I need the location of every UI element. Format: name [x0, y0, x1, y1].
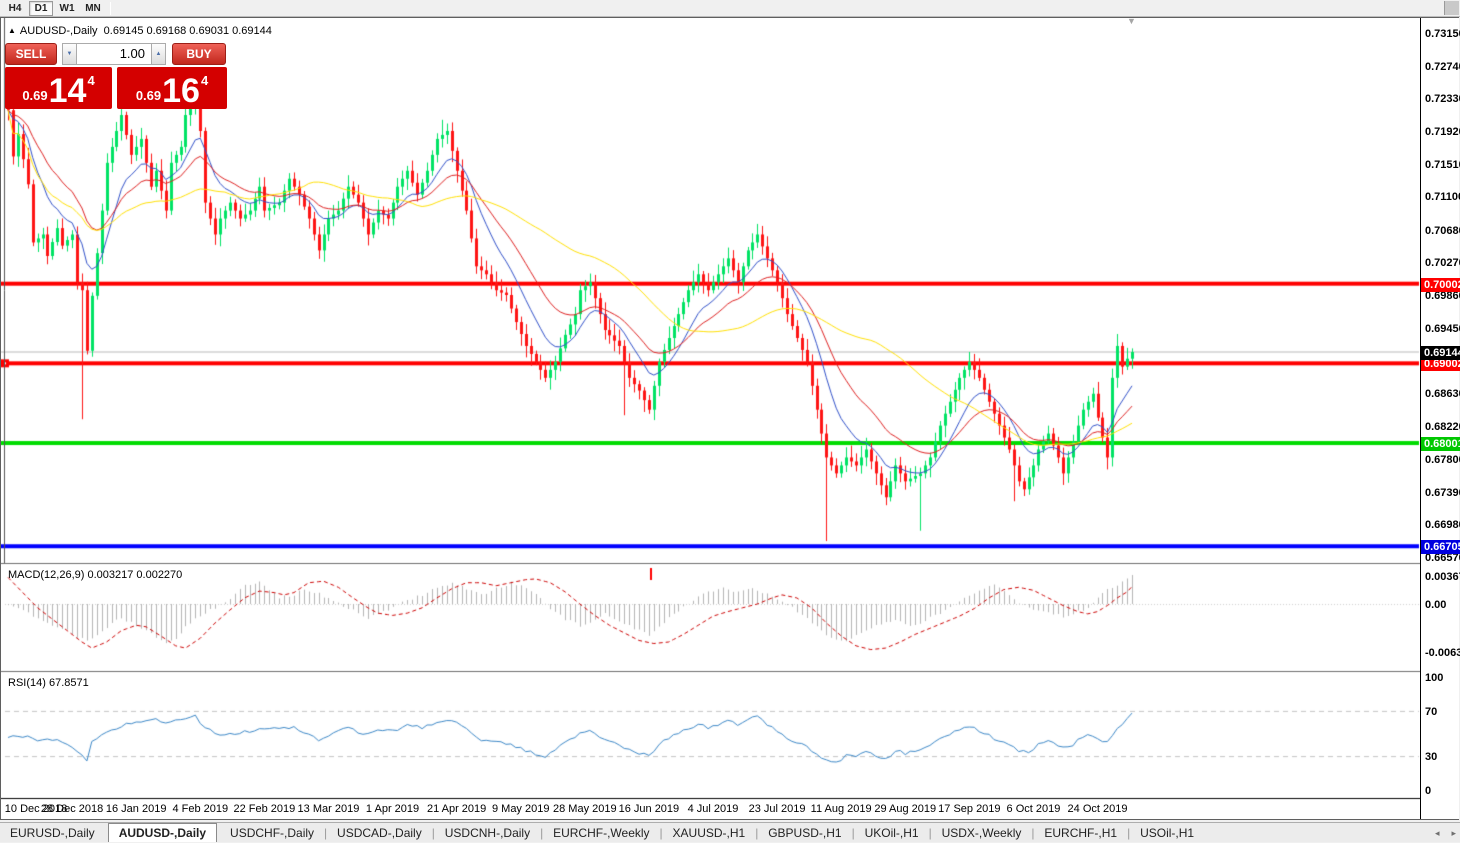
tab-eurusd-daily[interactable]: EURUSD-,Daily — [0, 823, 105, 842]
timeframe-button-d1[interactable]: D1 — [29, 1, 53, 16]
price-tick-label: 0.73150 — [1425, 28, 1460, 40]
tab-eurchf-weekly[interactable]: EURCHF-,Weekly — [543, 823, 659, 842]
price-tick-label: 0.69860 — [1425, 290, 1460, 302]
current-price-tag: 0.69144 — [1421, 346, 1460, 360]
price-tick-label: 0.70270 — [1425, 257, 1460, 269]
sell-price-prefix: 0.69 — [22, 88, 47, 103]
price-tick-label: 0.70680 — [1425, 225, 1460, 237]
price-tick-label: 0.69450 — [1425, 323, 1460, 335]
date-tick-label: 24 Oct 2019 — [1068, 803, 1128, 815]
price-tick-label: 0.71920 — [1425, 126, 1460, 138]
price-tick-label: 0.71100 — [1425, 191, 1460, 203]
date-tick-label: 16 Jan 2019 — [106, 803, 167, 815]
macd-indicator-label: MACD(12,26,9) 0.003217 0.002270 — [8, 569, 182, 581]
tabs-scroll-left-icon[interactable]: ◂ — [1435, 828, 1440, 839]
price-tick-label: 0.71510 — [1425, 159, 1460, 171]
tab-usdx-weekly[interactable]: USDX-,Weekly — [932, 823, 1032, 842]
chart-symbol-label: AUDUSD-,Daily — [20, 25, 98, 37]
rsi-axis-label: 100 — [1425, 672, 1443, 684]
chart-tab-bar: EURUSD-,DailyAUDUSD-,DailyUSDCHF-,Daily|… — [0, 822, 1460, 842]
timeframe-button-h4[interactable]: H4 — [3, 1, 27, 16]
one-click-trading-panel: SELL ▼ 1.00 ▲ BUY 0.69 14 4 0.69 16 4 — [5, 43, 229, 109]
timeframe-button-w1[interactable]: W1 — [55, 1, 79, 16]
macd-axis-label: 0.00 — [1425, 599, 1446, 611]
buy-price-pip-digit: 4 — [201, 73, 208, 88]
volume-increase-button[interactable]: ▲ — [151, 43, 166, 65]
date-tick-label: 16 Jun 2019 — [619, 803, 680, 815]
price-level-tag: 0.68001 — [1421, 437, 1460, 451]
tab-gbpusd-h1[interactable]: GBPUSD-,H1 — [758, 823, 851, 842]
price-tick-label: 0.72740 — [1425, 61, 1460, 73]
volume-decrease-button[interactable]: ▼ — [62, 43, 77, 65]
tab-ukoil-h1[interactable]: UKOil-,H1 — [855, 823, 929, 842]
tab-xauusd-h1[interactable]: XAUUSD-,H1 — [663, 823, 756, 842]
timeframe-button-mn[interactable]: MN — [81, 1, 105, 16]
rsi-indicator-label: RSI(14) 67.8571 — [8, 677, 89, 689]
date-tick-label: 23 Jul 2019 — [749, 803, 806, 815]
sell-price-big-digits: 14 — [49, 76, 87, 106]
price-tick-label: 0.67800 — [1425, 454, 1460, 466]
buy-price-prefix: 0.69 — [136, 88, 161, 103]
tab-audusd-daily[interactable]: AUDUSD-,Daily — [108, 823, 217, 842]
tab-usdchf-daily[interactable]: USDCHF-,Daily — [220, 823, 324, 842]
price-tick-label: 0.67390 — [1425, 487, 1460, 499]
volume-input[interactable]: 1.00 — [77, 43, 151, 65]
date-tick-label: 28 May 2019 — [553, 803, 617, 815]
buy-price-panel[interactable]: 0.69 16 4 — [117, 67, 227, 109]
price-axis[interactable]: 0.73150 0.72740 0.72330 0.71920 0.71510 0.711… — [1420, 18, 1459, 819]
date-tick-label: 9 May 2019 — [492, 803, 549, 815]
tab-usdcad-daily[interactable]: USDCAD-,Daily — [327, 823, 432, 842]
price-level-tag: 0.66705 — [1421, 540, 1460, 554]
tabs-scroll-right-icon[interactable]: ▸ — [1451, 828, 1456, 839]
date-tick-label: 22 Feb 2019 — [233, 803, 295, 815]
sell-price-pip-digit: 4 — [87, 73, 94, 88]
date-tick-label: 29 Aug 2019 — [874, 803, 936, 815]
price-tick-label: 0.68220 — [1425, 421, 1460, 433]
date-tick-label: 6 Oct 2019 — [1007, 803, 1061, 815]
sell-price-panel[interactable]: 0.69 14 4 — [5, 67, 112, 109]
price-tick-label: 0.66980 — [1425, 519, 1460, 531]
date-tick-label: 4 Jul 2019 — [688, 803, 739, 815]
price-tick-label: 0.72330 — [1425, 93, 1460, 105]
chart-shift-marker-icon[interactable]: ▼ — [1127, 16, 1136, 26]
price-tick-label: 0.68630 — [1425, 388, 1460, 400]
date-tick-label: 4 Feb 2019 — [172, 803, 228, 815]
sell-button[interactable]: SELL — [5, 43, 57, 65]
buy-price-big-digits: 16 — [162, 76, 200, 106]
candlestick-chart-canvas[interactable] — [1, 18, 1458, 819]
timeframe-toolbar: H4D1W1MN — [0, 0, 1460, 17]
rsi-axis-label: 0 — [1425, 785, 1431, 797]
date-tick-label: 1 Apr 2019 — [366, 803, 419, 815]
chart-header: ▲ AUDUSD-,Daily 0.69145 0.69168 0.69031 0… — [8, 25, 272, 37]
buy-button[interactable]: BUY — [172, 43, 226, 65]
date-tick-label: 21 Apr 2019 — [427, 803, 486, 815]
toolbar-grip — [1444, 1, 1459, 15]
date-tick-label: 28 Dec 2018 — [41, 803, 103, 815]
macd-axis-label: -0.006378 — [1425, 647, 1460, 659]
macd-axis-label: 0.003674 — [1425, 571, 1460, 583]
rsi-axis-label: 30 — [1425, 751, 1437, 763]
toolbar-separator — [110, 2, 111, 15]
tab-usdcnh-daily[interactable]: USDCNH-,Daily — [435, 823, 540, 842]
collapse-triangle-icon[interactable]: ▲ — [8, 26, 16, 35]
date-tick-label: 11 Aug 2019 — [811, 803, 872, 815]
rsi-axis-label: 70 — [1425, 706, 1437, 718]
tab-usoil-h1[interactable]: USOil-,H1 — [1130, 823, 1204, 842]
tab-eurchf-h1[interactable]: EURCHF-,H1 — [1034, 823, 1127, 842]
chart-window: ▲ AUDUSD-,Daily 0.69145 0.69168 0.69031 0… — [0, 17, 1459, 820]
price-level-tag: 0.70002 — [1421, 278, 1460, 292]
chart-ohlc-values: 0.69145 0.69168 0.69031 0.69144 — [104, 25, 272, 37]
date-tick-label: 17 Sep 2019 — [938, 803, 1000, 815]
date-tick-label: 13 Mar 2019 — [298, 803, 360, 815]
